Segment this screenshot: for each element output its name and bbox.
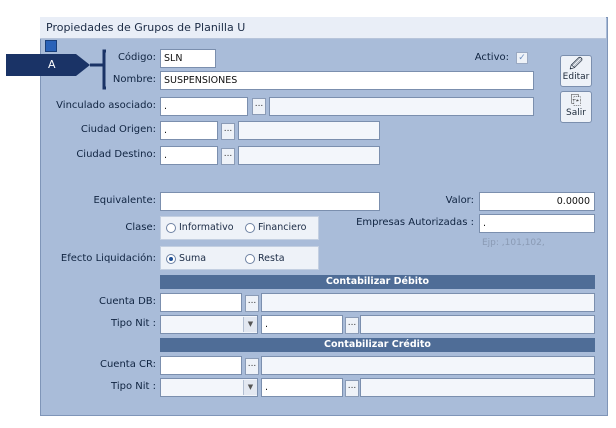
activo-checkbox[interactable]: ✓ [516,52,528,64]
nit-cr-lookup-button[interactable]: ... [345,380,359,397]
vinculado-lookup-button[interactable]: ... [252,98,266,115]
efecto-option-resta: Resta [258,253,285,264]
callout-a-label: A [48,58,56,71]
destino-label: Ciudad Destino: [76,149,156,160]
destino-lookup-button[interactable]: ... [221,148,235,165]
checkmark-icon: ✓ [518,53,526,63]
efecto-option-suma: Suma [179,253,207,264]
cuenta-db-label: Cuenta DB: [99,296,156,307]
window-title: Propiedades de Grupos de Planilla U [40,17,606,39]
chevron-down-icon[interactable]: ▼ [243,317,257,332]
codigo-label: Código: [117,52,156,63]
clase-radio-financiero[interactable]: Financiero [245,222,307,234]
codigo-input[interactable]: SLN [160,49,216,68]
cuenta-cr-name-field [261,356,595,375]
salir-button[interactable]: ⎘ Salir [560,91,592,123]
edit-icon: 🖉 [569,57,583,72]
activo-label: Activo: [474,52,509,63]
editar-button-label: Editar [562,72,590,82]
cuenta-db-input[interactable] [160,293,242,312]
chevron-down-icon[interactable]: ▼ [243,380,257,395]
credito-section-header: Contabilizar Crédito [160,338,595,352]
editar-button[interactable]: 🖉 Editar [560,55,592,87]
vinculado-input[interactable]: . [160,97,248,116]
cuenta-db-name-field [261,293,595,312]
radio-selected-icon [166,253,176,264]
nit-cr-name-field [360,378,595,397]
origen-lookup-button[interactable]: ... [221,123,235,140]
nombre-input[interactable]: SUSPENSIONES [160,71,534,90]
origen-input[interactable]: . [160,121,218,140]
clase-option-financiero: Financiero [258,222,307,233]
tiponit-cr-label: Tipo Nit : [111,381,156,392]
nit-cr-input[interactable]: . [261,378,343,397]
radio-icon [166,222,176,233]
nit-db-name-field [360,315,595,334]
efecto-label: Efecto Liquidación: [60,253,156,264]
valor-label: Valor: [445,195,474,206]
radio-icon [245,253,255,264]
empresas-label: Empresas Autorizadas : [356,217,474,228]
efecto-radio-resta[interactable]: Resta [245,253,285,265]
vinculado-name-field [269,97,534,116]
cuenta-db-lookup-button[interactable]: ... [245,295,259,312]
origen-label: Ciudad Origen: [80,124,156,135]
destino-input[interactable]: . [160,146,218,165]
clase-option-informativo: Informativo [179,222,234,233]
clase-radio-informativo[interactable]: Informativo [166,222,234,234]
destino-name-field [238,146,380,165]
vinculado-label: Vinculado asociado: [56,100,156,111]
valor-input[interactable]: 0.0000 [479,192,595,211]
cuenta-cr-label: Cuenta CR: [99,359,156,370]
equivalente-label: Equivalente: [93,195,156,206]
efecto-radio-suma[interactable]: Suma [166,253,206,265]
nit-db-input[interactable]: . [261,315,343,334]
exit-icon: ⎘ [570,93,582,108]
debito-section-header: Contabilizar Débito [160,275,595,289]
nombre-label: Nombre: [112,74,156,85]
cuenta-cr-lookup-button[interactable]: ... [245,358,259,375]
salir-button-label: Salir [566,108,586,118]
tiponit-db-label: Tipo Nit : [111,318,156,329]
radio-icon [245,222,255,233]
origen-name-field [238,121,380,140]
nit-db-lookup-button[interactable]: ... [345,317,359,334]
cuenta-cr-input[interactable] [160,356,242,375]
equivalente-input[interactable] [160,192,380,211]
empresas-input[interactable]: . [479,214,595,233]
empresas-hint: Ejp: ,101,102, [482,238,545,248]
clase-label: Clase: [125,222,156,233]
